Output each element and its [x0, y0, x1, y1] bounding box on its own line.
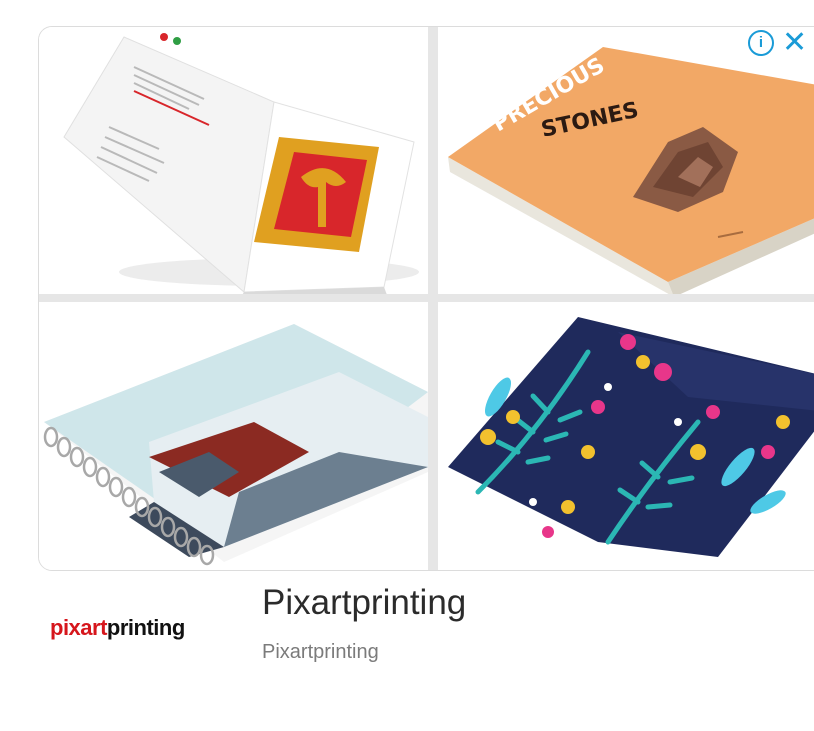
advertiser-footer[interactable]: pixartprinting Pixartprinting Pixartprin… — [0, 575, 814, 685]
product-image-leaflet[interactable] — [438, 302, 814, 570]
leaflet-illustration — [438, 302, 814, 570]
notebook-illustration — [39, 302, 428, 570]
advertiser-logo[interactable]: pixartprinting — [50, 615, 185, 641]
info-icon[interactable]: i — [748, 30, 774, 56]
book-illustration: PRECIOUS STONES — [438, 27, 814, 294]
product-image-book[interactable]: PRECIOUS STONES — [438, 27, 814, 294]
logo-part-pixart: pixart — [50, 615, 107, 640]
brochure-illustration — [39, 27, 428, 294]
advertiser-display-url[interactable]: Pixartprinting — [262, 641, 379, 664]
product-image-brochure[interactable] — [39, 27, 428, 294]
ad-image-grid[interactable]: PRECIOUS STONES — [38, 26, 814, 571]
advertiser-name[interactable]: Pixartprinting — [262, 583, 466, 623]
ad-choices: i ✕ — [748, 28, 807, 58]
logo-part-printing: printing — [106, 615, 185, 640]
close-icon[interactable]: ✕ — [782, 28, 807, 58]
product-image-notebook[interactable] — [39, 302, 428, 570]
